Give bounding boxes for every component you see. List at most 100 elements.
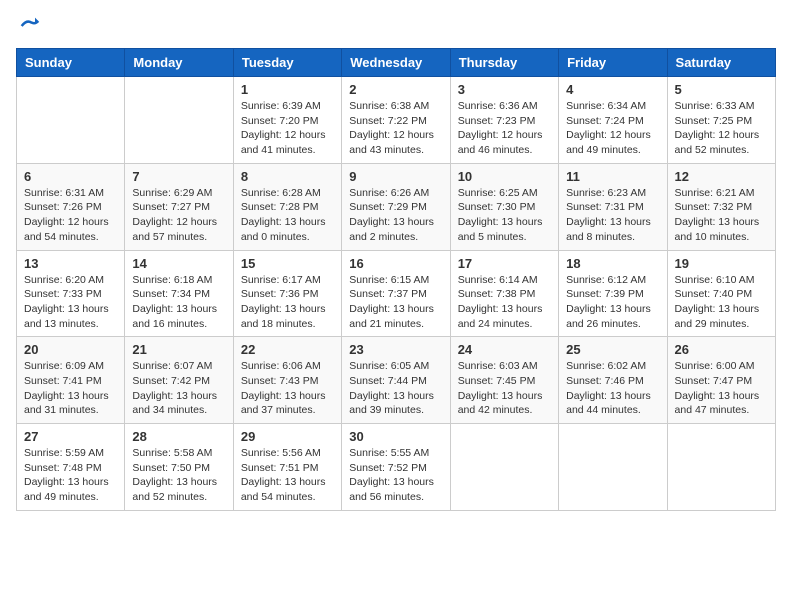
calendar-cell: 1 Sunrise: 6:39 AM Sunset: 7:20 PM Dayli… [233,77,341,164]
day-number: 16 [349,256,442,271]
day-info: Sunrise: 6:05 AM Sunset: 7:44 PM Dayligh… [349,359,442,418]
logo-icon [20,16,40,36]
day-number: 29 [241,429,334,444]
day-number: 14 [132,256,225,271]
logo [16,16,40,36]
calendar-cell: 24 Sunrise: 6:03 AM Sunset: 7:45 PM Dayl… [450,337,558,424]
day-info: Sunrise: 6:26 AM Sunset: 7:29 PM Dayligh… [349,186,442,245]
day-number: 8 [241,169,334,184]
day-info: Sunrise: 6:21 AM Sunset: 7:32 PM Dayligh… [675,186,768,245]
calendar-cell: 10 Sunrise: 6:25 AM Sunset: 7:30 PM Dayl… [450,163,558,250]
day-number: 13 [24,256,117,271]
calendar-cell: 21 Sunrise: 6:07 AM Sunset: 7:42 PM Dayl… [125,337,233,424]
day-info: Sunrise: 6:36 AM Sunset: 7:23 PM Dayligh… [458,99,551,158]
day-info: Sunrise: 6:31 AM Sunset: 7:26 PM Dayligh… [24,186,117,245]
calendar-cell: 8 Sunrise: 6:28 AM Sunset: 7:28 PM Dayli… [233,163,341,250]
day-info: Sunrise: 6:28 AM Sunset: 7:28 PM Dayligh… [241,186,334,245]
day-info: Sunrise: 6:39 AM Sunset: 7:20 PM Dayligh… [241,99,334,158]
day-number: 9 [349,169,442,184]
day-info: Sunrise: 5:59 AM Sunset: 7:48 PM Dayligh… [24,446,117,505]
day-number: 20 [24,342,117,357]
calendar-cell: 22 Sunrise: 6:06 AM Sunset: 7:43 PM Dayl… [233,337,341,424]
day-info: Sunrise: 6:02 AM Sunset: 7:46 PM Dayligh… [566,359,659,418]
calendar-cell: 13 Sunrise: 6:20 AM Sunset: 7:33 PM Dayl… [17,250,125,337]
calendar-cell: 4 Sunrise: 6:34 AM Sunset: 7:24 PM Dayli… [559,77,667,164]
calendar-cell [17,77,125,164]
day-info: Sunrise: 6:17 AM Sunset: 7:36 PM Dayligh… [241,273,334,332]
day-info: Sunrise: 6:25 AM Sunset: 7:30 PM Dayligh… [458,186,551,245]
day-number: 12 [675,169,768,184]
day-info: Sunrise: 6:10 AM Sunset: 7:40 PM Dayligh… [675,273,768,332]
day-info: Sunrise: 6:15 AM Sunset: 7:37 PM Dayligh… [349,273,442,332]
day-info: Sunrise: 6:18 AM Sunset: 7:34 PM Dayligh… [132,273,225,332]
day-number: 23 [349,342,442,357]
day-info: Sunrise: 6:20 AM Sunset: 7:33 PM Dayligh… [24,273,117,332]
calendar-cell: 9 Sunrise: 6:26 AM Sunset: 7:29 PM Dayli… [342,163,450,250]
day-info: Sunrise: 6:03 AM Sunset: 7:45 PM Dayligh… [458,359,551,418]
day-info: Sunrise: 6:14 AM Sunset: 7:38 PM Dayligh… [458,273,551,332]
calendar-cell [667,424,775,511]
calendar-cell: 23 Sunrise: 6:05 AM Sunset: 7:44 PM Dayl… [342,337,450,424]
day-info: Sunrise: 6:09 AM Sunset: 7:41 PM Dayligh… [24,359,117,418]
calendar-week-5: 27 Sunrise: 5:59 AM Sunset: 7:48 PM Dayl… [17,424,776,511]
calendar-week-2: 6 Sunrise: 6:31 AM Sunset: 7:26 PM Dayli… [17,163,776,250]
day-number: 2 [349,82,442,97]
day-number: 4 [566,82,659,97]
day-header-saturday: Saturday [667,49,775,77]
day-info: Sunrise: 6:38 AM Sunset: 7:22 PM Dayligh… [349,99,442,158]
day-number: 25 [566,342,659,357]
day-number: 10 [458,169,551,184]
day-info: Sunrise: 6:00 AM Sunset: 7:47 PM Dayligh… [675,359,768,418]
calendar-cell [559,424,667,511]
calendar-week-3: 13 Sunrise: 6:20 AM Sunset: 7:33 PM Dayl… [17,250,776,337]
day-number: 7 [132,169,225,184]
calendar-cell: 2 Sunrise: 6:38 AM Sunset: 7:22 PM Dayli… [342,77,450,164]
calendar-cell: 7 Sunrise: 6:29 AM Sunset: 7:27 PM Dayli… [125,163,233,250]
day-info: Sunrise: 5:55 AM Sunset: 7:52 PM Dayligh… [349,446,442,505]
calendar-table: SundayMondayTuesdayWednesdayThursdayFrid… [16,48,776,511]
day-header-thursday: Thursday [450,49,558,77]
day-header-sunday: Sunday [17,49,125,77]
day-number: 22 [241,342,334,357]
day-number: 17 [458,256,551,271]
day-number: 26 [675,342,768,357]
calendar-cell: 18 Sunrise: 6:12 AM Sunset: 7:39 PM Dayl… [559,250,667,337]
day-info: Sunrise: 5:56 AM Sunset: 7:51 PM Dayligh… [241,446,334,505]
day-number: 15 [241,256,334,271]
calendar-cell: 25 Sunrise: 6:02 AM Sunset: 7:46 PM Dayl… [559,337,667,424]
calendar-cell: 29 Sunrise: 5:56 AM Sunset: 7:51 PM Dayl… [233,424,341,511]
calendar-cell: 17 Sunrise: 6:14 AM Sunset: 7:38 PM Dayl… [450,250,558,337]
calendar-cell: 28 Sunrise: 5:58 AM Sunset: 7:50 PM Dayl… [125,424,233,511]
day-header-monday: Monday [125,49,233,77]
page-header [16,16,776,36]
calendar-cell: 5 Sunrise: 6:33 AM Sunset: 7:25 PM Dayli… [667,77,775,164]
day-number: 3 [458,82,551,97]
day-number: 11 [566,169,659,184]
day-number: 6 [24,169,117,184]
day-info: Sunrise: 6:12 AM Sunset: 7:39 PM Dayligh… [566,273,659,332]
day-number: 19 [675,256,768,271]
calendar-cell: 12 Sunrise: 6:21 AM Sunset: 7:32 PM Dayl… [667,163,775,250]
day-number: 18 [566,256,659,271]
day-info: Sunrise: 6:07 AM Sunset: 7:42 PM Dayligh… [132,359,225,418]
calendar-cell: 14 Sunrise: 6:18 AM Sunset: 7:34 PM Dayl… [125,250,233,337]
day-info: Sunrise: 5:58 AM Sunset: 7:50 PM Dayligh… [132,446,225,505]
calendar-cell: 15 Sunrise: 6:17 AM Sunset: 7:36 PM Dayl… [233,250,341,337]
day-number: 21 [132,342,225,357]
calendar-cell: 16 Sunrise: 6:15 AM Sunset: 7:37 PM Dayl… [342,250,450,337]
calendar-header-row: SundayMondayTuesdayWednesdayThursdayFrid… [17,49,776,77]
day-number: 30 [349,429,442,444]
day-info: Sunrise: 6:06 AM Sunset: 7:43 PM Dayligh… [241,359,334,418]
day-info: Sunrise: 6:29 AM Sunset: 7:27 PM Dayligh… [132,186,225,245]
day-info: Sunrise: 6:23 AM Sunset: 7:31 PM Dayligh… [566,186,659,245]
day-header-tuesday: Tuesday [233,49,341,77]
calendar-cell [450,424,558,511]
calendar-cell: 26 Sunrise: 6:00 AM Sunset: 7:47 PM Dayl… [667,337,775,424]
day-number: 5 [675,82,768,97]
day-number: 28 [132,429,225,444]
day-number: 1 [241,82,334,97]
day-header-wednesday: Wednesday [342,49,450,77]
day-number: 24 [458,342,551,357]
day-number: 27 [24,429,117,444]
calendar-cell: 3 Sunrise: 6:36 AM Sunset: 7:23 PM Dayli… [450,77,558,164]
